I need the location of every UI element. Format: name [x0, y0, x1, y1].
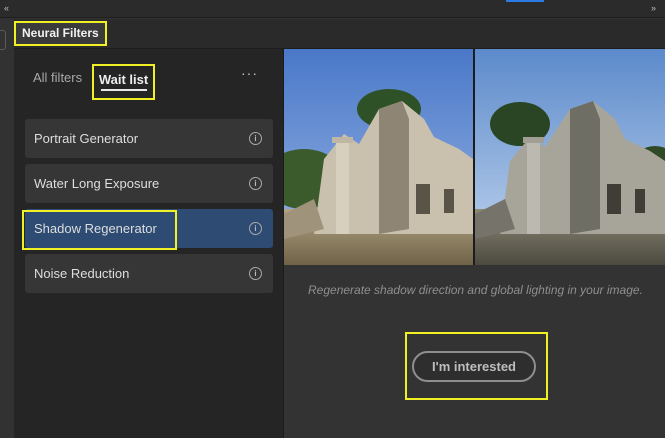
info-icon[interactable]: i	[249, 267, 262, 280]
filter-item-noise-reduction[interactable]: Noise Reduction i	[25, 254, 273, 293]
collapse-left-icon[interactable]: ‹‹	[4, 3, 9, 13]
filter-item-shadow-regenerator[interactable]: Shadow Regenerator i	[22, 209, 273, 250]
before-image	[284, 49, 473, 265]
tab-wait-list[interactable]: Wait list	[92, 64, 155, 100]
tab-wait-list-label: Wait list	[98, 72, 149, 87]
more-options-icon[interactable]: ···	[241, 65, 258, 81]
top-bar: ‹‹ ››	[0, 0, 665, 18]
after-image	[475, 49, 665, 265]
side-handle[interactable]	[0, 30, 6, 50]
before-after-preview	[284, 49, 665, 265]
info-icon[interactable]: i	[249, 132, 262, 145]
info-icon[interactable]: i	[249, 177, 262, 190]
filter-description: Regenerate shadow direction and global l…	[308, 283, 643, 297]
tab-neural-filters[interactable]: Neural Filters	[14, 21, 107, 46]
tab-all-filters[interactable]: All filters	[33, 70, 82, 85]
collapse-right-icon[interactable]: ››	[651, 3, 656, 13]
accent-bar	[506, 0, 544, 2]
panel-tab-row	[14, 19, 665, 49]
filter-item-water-long-exposure[interactable]: Water Long Exposure i	[25, 164, 273, 203]
info-icon[interactable]: i	[249, 222, 262, 235]
filter-item-label: Water Long Exposure	[34, 176, 160, 191]
filter-item-portrait-generator[interactable]: Portrait Generator i	[25, 119, 273, 158]
im-interested-button[interactable]: I'm interested	[412, 351, 536, 382]
highlight-box	[22, 210, 177, 250]
ruins-image	[284, 49, 665, 265]
filter-item-label: Noise Reduction	[34, 266, 130, 281]
active-tab-underline	[101, 89, 147, 91]
filter-item-label: Portrait Generator	[34, 131, 139, 146]
